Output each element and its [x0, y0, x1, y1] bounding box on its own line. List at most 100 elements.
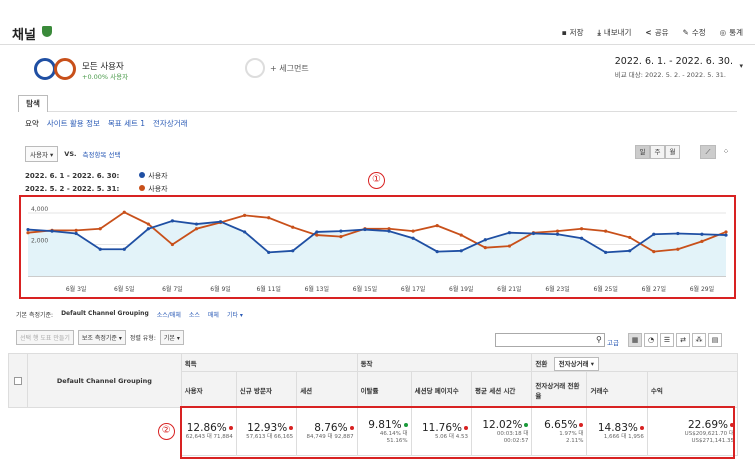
- search-icon[interactable]: ⚲: [596, 335, 602, 344]
- point-compare[interactable]: [194, 227, 199, 231]
- column-header-1[interactable]: 신규 방문자: [235, 371, 298, 408]
- column-header-4[interactable]: 세션당 페이지수: [410, 371, 473, 408]
- point-current[interactable]: [411, 236, 415, 240]
- point-compare[interactable]: [507, 244, 511, 248]
- point-current[interactable]: [483, 238, 487, 242]
- point-compare[interactable]: [146, 222, 150, 226]
- advanced-filter-link[interactable]: 고급: [607, 337, 619, 347]
- point-current[interactable]: [267, 250, 271, 254]
- line-chart-icon[interactable]: ⟋: [700, 145, 716, 159]
- point-compare[interactable]: [435, 224, 439, 228]
- dim-other[interactable]: 기타 ▾: [227, 310, 243, 319]
- point-compare[interactable]: [676, 247, 680, 251]
- select-all-checkbox[interactable]: [14, 376, 23, 385]
- dim-source[interactable]: 소스: [189, 310, 200, 319]
- table-search-input[interactable]: [495, 333, 605, 347]
- point-compare[interactable]: [315, 233, 319, 237]
- pie-view-icon[interactable]: ◔: [644, 333, 658, 347]
- subtab-summary[interactable]: 요약: [25, 118, 39, 129]
- view-day-button[interactable]: 일: [635, 145, 650, 159]
- point-current[interactable]: [555, 232, 560, 236]
- point-compare[interactable]: [555, 229, 560, 233]
- point-current[interactable]: [531, 231, 536, 236]
- pivot-view-icon[interactable]: ▤: [708, 333, 722, 347]
- point-current[interactable]: [339, 229, 343, 233]
- subtab-site-usage[interactable]: 사이트 활용 정보: [47, 118, 100, 129]
- compare-view-icon[interactable]: ⇄: [676, 333, 690, 347]
- motion-chart-icon[interactable]: ⁘: [718, 145, 734, 159]
- point-current[interactable]: [122, 247, 126, 251]
- point-compare[interactable]: [243, 213, 247, 217]
- column-header-0[interactable]: 사용자: [180, 371, 237, 408]
- point-current[interactable]: [604, 250, 608, 254]
- share-button[interactable]: < 공유: [645, 27, 668, 38]
- column-header-8[interactable]: 수익: [646, 371, 739, 408]
- point-current[interactable]: [700, 232, 704, 236]
- chevron-down-icon[interactable]: ▾: [739, 62, 743, 70]
- tab-explore[interactable]: 탐색: [18, 95, 48, 112]
- sort-type-dropdown[interactable]: 기본 ▾: [159, 330, 184, 345]
- plot-rows-button[interactable]: 선택 행 도표 만들기: [16, 330, 74, 345]
- point-compare[interactable]: [267, 216, 271, 220]
- point-current[interactable]: [291, 249, 295, 253]
- column-header-2[interactable]: 세션: [296, 371, 358, 408]
- add-segment-ring[interactable]: [245, 58, 265, 78]
- insights-button[interactable]: ◎ 통계: [720, 27, 743, 38]
- point-current[interactable]: [194, 222, 199, 226]
- point-compare[interactable]: [122, 210, 126, 214]
- point-current[interactable]: [435, 249, 439, 254]
- metric-dropdown[interactable]: 사용자 ▾: [25, 146, 59, 162]
- table-grid-icon[interactable]: ▦: [628, 333, 642, 347]
- point-current[interactable]: [676, 231, 680, 236]
- point-compare[interactable]: [628, 235, 632, 240]
- subtab-goal-set-1[interactable]: 목표 세트 1: [108, 118, 145, 129]
- point-compare[interactable]: [483, 246, 487, 250]
- point-compare[interactable]: [26, 231, 30, 235]
- edit-button[interactable]: ✎ 수정: [683, 27, 706, 38]
- dimension-column-header[interactable]: Default Channel Grouping: [27, 353, 182, 408]
- export-button[interactable]: ⤓ 내보내기: [597, 27, 631, 38]
- point-compare[interactable]: [339, 235, 343, 239]
- point-current[interactable]: [628, 249, 632, 253]
- point-compare[interactable]: [579, 227, 584, 231]
- point-compare[interactable]: [74, 228, 78, 232]
- primary-dimension[interactable]: Default Channel Grouping: [61, 310, 149, 319]
- point-compare[interactable]: [604, 229, 608, 233]
- view-week-button[interactable]: 주: [650, 145, 665, 159]
- point-current[interactable]: [315, 230, 319, 234]
- point-compare[interactable]: [459, 233, 463, 237]
- point-current[interactable]: [170, 219, 175, 223]
- point-current[interactable]: [363, 227, 367, 232]
- point-current[interactable]: [50, 229, 54, 233]
- point-current[interactable]: [26, 227, 30, 232]
- point-compare[interactable]: [98, 227, 102, 231]
- point-current[interactable]: [579, 236, 584, 240]
- add-segment-button[interactable]: + 세그먼트: [270, 63, 309, 74]
- dim-source-medium[interactable]: 소스/매체: [157, 310, 181, 319]
- bar-view-icon[interactable]: ☰: [660, 333, 674, 347]
- column-header-3[interactable]: 이탈률: [356, 371, 412, 408]
- point-current[interactable]: [724, 233, 728, 237]
- point-compare[interactable]: [724, 230, 728, 234]
- point-compare[interactable]: [411, 229, 415, 233]
- column-header-5[interactable]: 평균 세션 시간: [470, 371, 533, 408]
- point-compare[interactable]: [291, 225, 295, 229]
- point-compare[interactable]: [170, 242, 175, 247]
- dim-medium[interactable]: 매체: [208, 310, 219, 319]
- point-current[interactable]: [98, 247, 102, 251]
- term-cloud-icon[interactable]: ⁂: [692, 333, 706, 347]
- column-header-6[interactable]: 전자상거래 전환율: [531, 371, 588, 408]
- view-month-button[interactable]: 월: [665, 145, 680, 159]
- save-button[interactable]: ▪ 저장: [562, 27, 584, 38]
- select-metric-link[interactable]: 측정항목 선택: [82, 149, 120, 159]
- point-current[interactable]: [387, 229, 391, 233]
- point-compare[interactable]: [700, 239, 704, 243]
- point-current[interactable]: [146, 227, 150, 231]
- point-current[interactable]: [218, 220, 223, 224]
- secondary-dimension-dropdown[interactable]: 보조 측정기준 ▾: [77, 330, 126, 345]
- point-compare[interactable]: [652, 249, 656, 254]
- column-header-7[interactable]: 거래수: [586, 371, 648, 408]
- point-current[interactable]: [507, 231, 511, 235]
- point-current[interactable]: [74, 231, 78, 236]
- subtab-ecommerce[interactable]: 전자상거래: [153, 118, 188, 129]
